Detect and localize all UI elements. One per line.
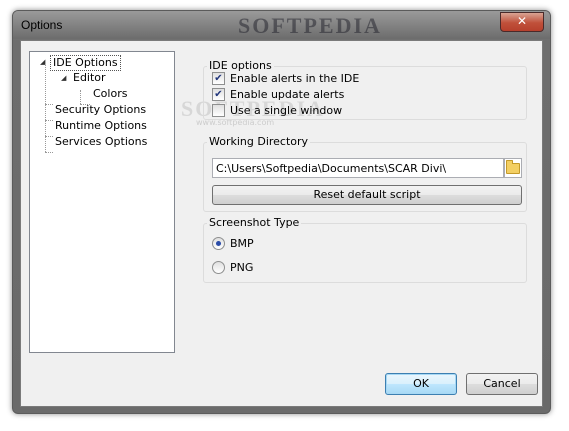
folder-icon [506,159,520,174]
close-button[interactable]: ✕ [500,12,544,32]
checkbox-label: Enable alerts in the IDE [230,71,360,85]
close-icon: ✕ [516,14,528,28]
options-tree[interactable]: ◢ IDE Options ◢ Editor Colors Security O… [29,51,175,353]
working-directory-field[interactable]: C:\Users\Softpedia\Documents\SCAR Divi\ [212,158,504,178]
tree-item-label: Services Options [55,135,148,148]
browse-folder-button[interactable] [504,158,522,178]
checkbox-label: Use a single window [230,103,343,117]
collapse-arrow-icon[interactable]: ◢ [40,58,45,66]
group-title: Working Directory [207,135,311,148]
checkbox-check-icon [212,103,225,117]
tree-item-colors[interactable]: Colors [93,87,127,101]
tree-item-ide-options[interactable]: IDE Options [50,55,121,71]
tree-connector [45,65,46,152]
checkbox-enable-alerts[interactable]: ✔ Enable alerts in the IDE [212,71,359,85]
tree-connector [80,90,81,104]
watermark-title: SOFTPEDIA [238,13,382,38]
ide-options-group: IDE options ✔ Enable alerts in the IDE ✔… [203,59,527,120]
tree-item-label: Colors [93,87,128,100]
tree-item-label: Security Options [55,103,147,116]
cancel-button[interactable]: Cancel [466,373,538,395]
tree-item-label: IDE Options [53,56,118,69]
radio-dot [212,236,225,250]
tree-item-services-options[interactable]: Services Options [55,135,147,149]
checkbox-check-icon: ✔ [212,87,225,101]
tree-item-security-options[interactable]: Security Options [55,103,146,117]
group-title: Screenshot Type [207,216,302,229]
tree-item-label: Runtime Options [55,119,147,132]
checkbox-check-icon: ✔ [212,71,225,85]
radio-label: BMP [230,236,254,250]
tree-connector [45,136,53,137]
title-bar[interactable]: Options SOFTPEDIA ✕ [13,11,550,39]
radio-label: PNG [230,260,254,274]
working-directory-group: Working Directory C:\Users\Softpedia\Doc… [203,135,527,212]
checkbox-enable-update-alerts[interactable]: ✔ Enable update alerts [212,87,344,101]
ok-button[interactable]: OK [385,373,457,395]
tree-item-runtime-options[interactable]: Runtime Options [55,119,147,133]
tree-connector [45,152,53,153]
tree-connector [45,104,53,105]
checkbox-single-window[interactable]: Use a single window [212,103,342,117]
tree-connector [45,120,53,121]
tree-item-editor[interactable]: Editor [73,71,106,85]
collapse-arrow-icon[interactable]: ◢ [61,74,66,82]
dialog-body: SOFTPEDIA www.softpedia.com ◢ IDE Option… [20,40,543,407]
radio-png[interactable]: PNG [212,260,253,274]
checkbox-label: Enable update alerts [230,87,345,101]
reset-default-script-button[interactable]: Reset default script [212,185,522,205]
window-title: Options [21,18,63,32]
tree-item-label: Editor [73,71,106,84]
screenshot-type-group: Screenshot Type BMP PNG [203,216,527,283]
options-window: Options SOFTPEDIA ✕ SOFTPEDIA www.softpe… [12,10,551,414]
radio-bmp[interactable]: BMP [212,236,254,250]
radio-dot [212,260,225,274]
